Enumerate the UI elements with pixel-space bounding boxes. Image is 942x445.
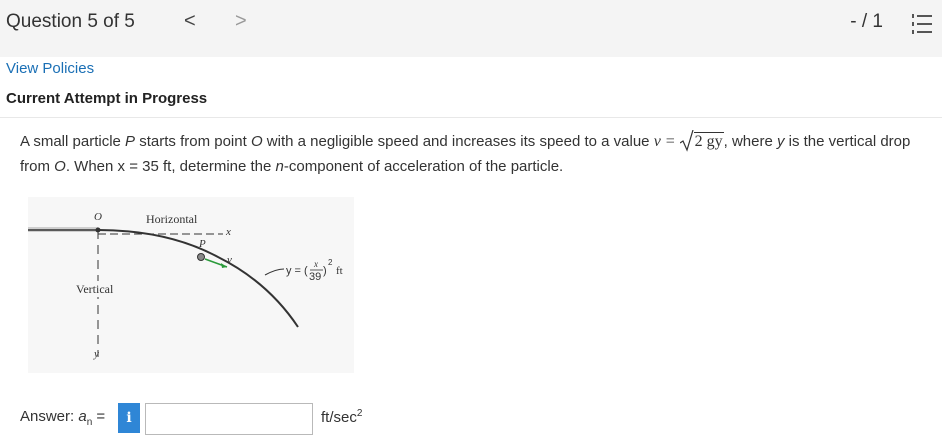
answer-input[interactable] bbox=[145, 403, 313, 435]
equation-exponent: 2 bbox=[328, 258, 333, 267]
divider bbox=[0, 117, 942, 118]
equation-suffix: ) bbox=[323, 265, 327, 277]
equation-numerator: x bbox=[313, 259, 318, 269]
previous-question-button[interactable]: < bbox=[184, 10, 196, 33]
label-v: v bbox=[227, 254, 232, 266]
label-P: P bbox=[198, 238, 206, 250]
trajectory-curve bbox=[97, 229, 299, 328]
question-title: Question 5 of 5 bbox=[6, 11, 135, 32]
trajectory-diagram: O Horizontal x P v Vertical y y = ( x 39… bbox=[28, 211, 343, 360]
view-policies-link[interactable]: View Policies bbox=[6, 60, 94, 77]
question-header: Question 5 of 5 < > - / 1 bbox=[0, 0, 942, 57]
label-horizontal: Horizontal bbox=[146, 212, 198, 226]
equation-denominator: 39 bbox=[309, 271, 321, 283]
sqrt-expression: 2 gy bbox=[679, 129, 724, 154]
label-x: x bbox=[225, 226, 231, 238]
label-O: O bbox=[94, 211, 102, 223]
particle-P-marker bbox=[197, 253, 205, 261]
list-icon[interactable] bbox=[912, 13, 932, 35]
answer-label: Answer: an = bbox=[20, 408, 106, 428]
label-vertical: Vertical bbox=[76, 282, 114, 296]
info-button[interactable]: i bbox=[118, 403, 140, 433]
problem-figure: O Horizontal x P v Vertical y y = ( x 39… bbox=[28, 197, 354, 373]
question-score: - / 1 bbox=[850, 11, 883, 32]
attempt-status: Current Attempt in Progress bbox=[6, 90, 208, 107]
point-O-marker bbox=[95, 227, 101, 233]
answer-unit: ft/sec2 bbox=[321, 408, 363, 426]
next-question-button[interactable]: > bbox=[235, 10, 247, 33]
problem-statement: A small particle P starts from point O w… bbox=[20, 129, 925, 179]
equation-unit: ft bbox=[336, 265, 343, 277]
label-y: y bbox=[93, 348, 99, 360]
equation-prefix: y = ( bbox=[286, 265, 308, 277]
